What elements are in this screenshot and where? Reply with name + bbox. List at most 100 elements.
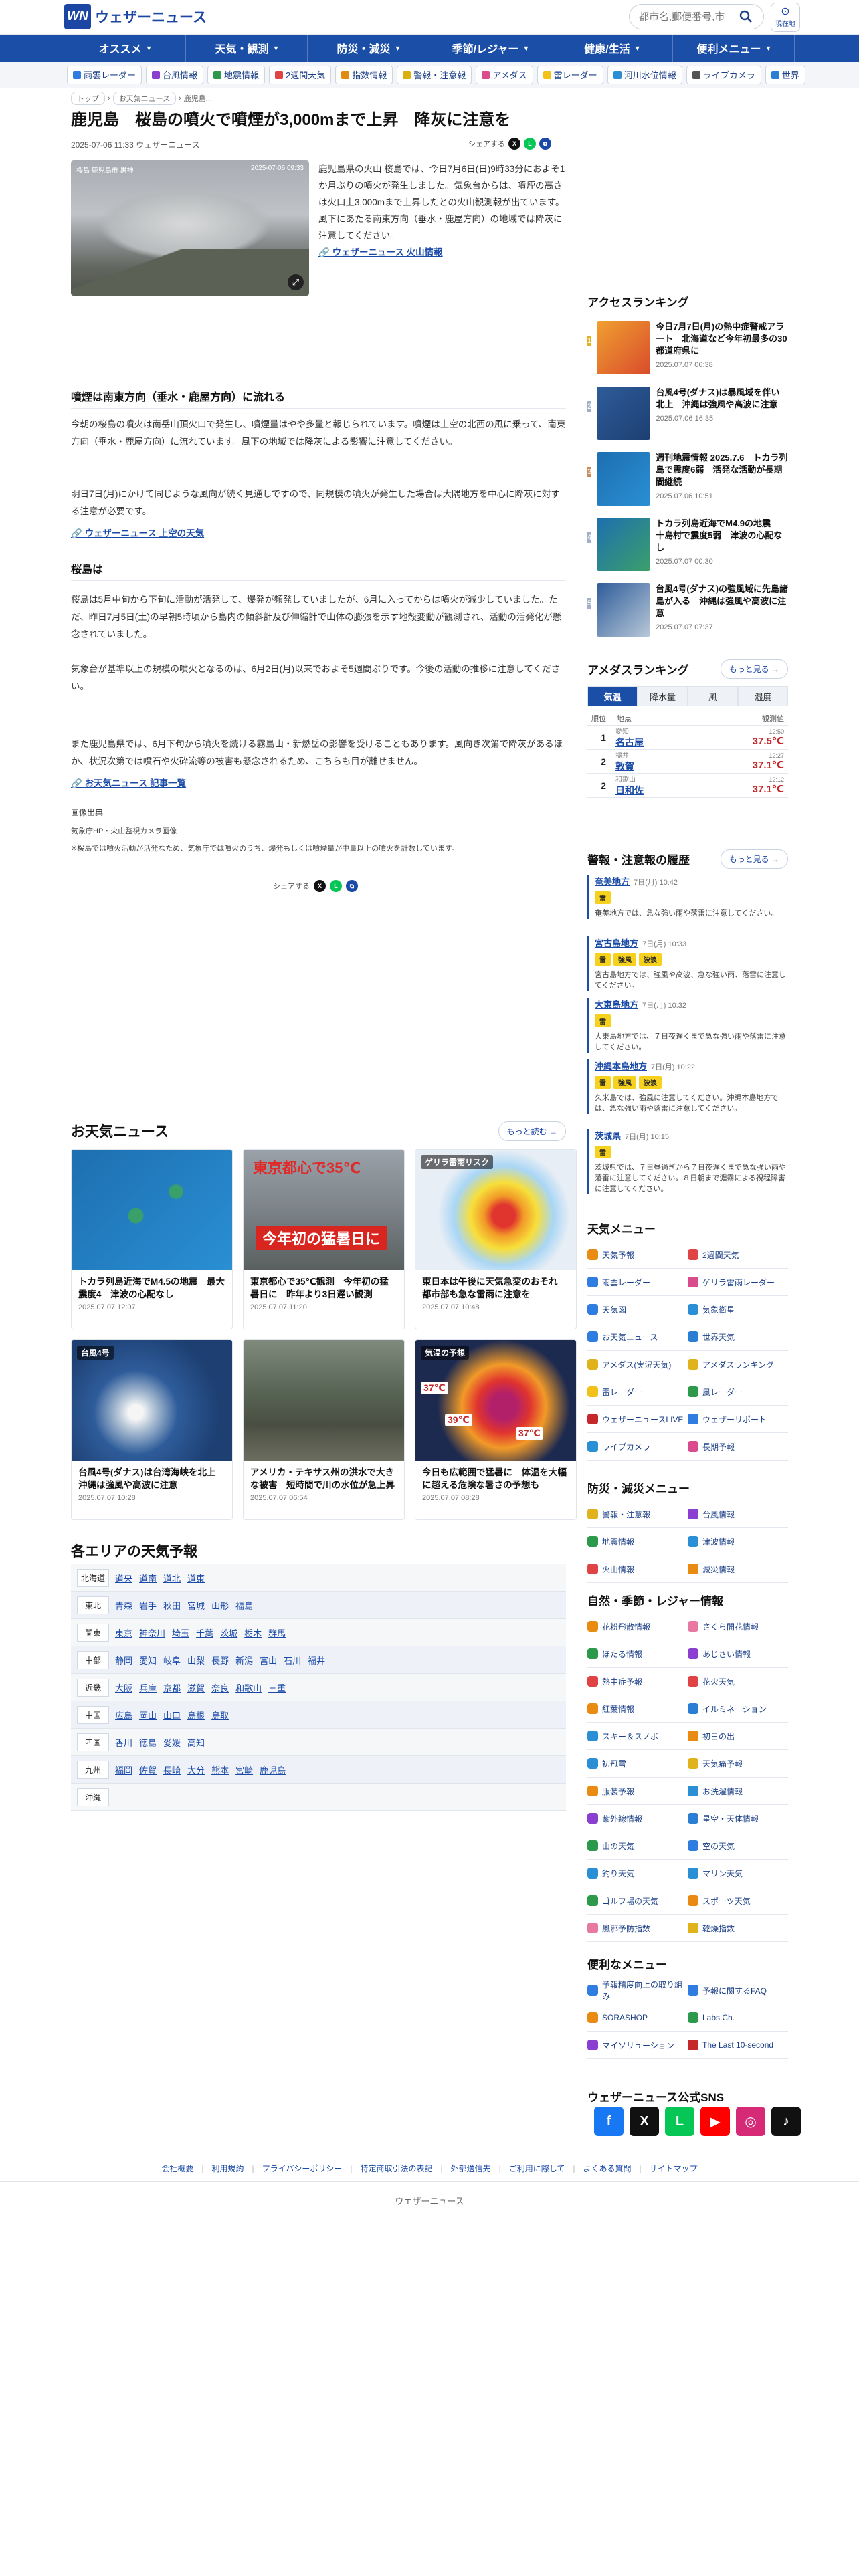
menu-item[interactable]: 花火天気 — [688, 1668, 788, 1695]
area-pref-link[interactable]: 兵庫 — [139, 1681, 157, 1694]
menu-item[interactable]: 長期予報 — [688, 1433, 788, 1461]
footer-link[interactable]: 利用規約 — [211, 2164, 244, 2173]
menu-item[interactable]: 減災情報 — [688, 1555, 788, 1583]
news-card[interactable]: 気温の予想 37℃ 39℃ 37℃ 今日も広範囲で猛暑に 体温を大幅に超える危険な暑さの… — [415, 1339, 577, 1520]
menu-item[interactable]: スキー＆スノボ — [587, 1723, 688, 1750]
menu-item[interactable]: 台風情報 — [688, 1501, 788, 1528]
area-pref-link[interactable]: 静岡 — [115, 1654, 132, 1667]
menu-item[interactable]: SORASHOP — [587, 2004, 688, 2032]
menu-item[interactable]: 熱中症予報 — [587, 1668, 688, 1695]
menu-item[interactable]: 紅葉情報 — [587, 1695, 688, 1723]
news-card[interactable]: 台風4号 台風4号(ダナス)は台湾海峡を北上 沖縄は強風や高波に注意 2025.07… — [71, 1339, 233, 1520]
menu-item[interactable]: 雨雲レーダー — [587, 1269, 688, 1296]
area-pref-link[interactable]: 道東 — [187, 1572, 205, 1584]
menu-item[interactable]: アメダス(実況天気) — [587, 1351, 688, 1378]
amedas-tab-3[interactable]: 湿度 — [738, 686, 788, 706]
zoom-icon[interactable]: ⤢ — [288, 274, 304, 290]
ranking-item[interactable]: 5 台風4号(ダナス)の強風域に先島諸島が入る 沖縄は強風や高波に注意 2025.0… — [587, 583, 788, 637]
area-pref-link[interactable]: 岐阜 — [163, 1654, 181, 1667]
warning-item[interactable]: 茨城県 7日(月) 10:15 雷茨城県では、７日昼過ぎから７日夜遅くまで急な強い雨… — [587, 1129, 788, 1194]
facebook-icon[interactable]: f — [594, 2107, 624, 2136]
area-pref-link[interactable]: 和歌山 — [235, 1681, 262, 1694]
news-list-link[interactable]: お天気ニュース 記事一覧 — [71, 776, 187, 789]
quick-link-8[interactable]: 河川水位情報 — [607, 65, 682, 84]
warning-area-link[interactable]: 茨城県 — [595, 1131, 621, 1141]
menu-item[interactable]: マイソリューション — [587, 2032, 688, 2059]
menu-item[interactable]: 星空・天体情報 — [688, 1805, 788, 1832]
area-pref-link[interactable]: 宮崎 — [235, 1763, 253, 1776]
area-pref-link[interactable]: 島根 — [187, 1709, 205, 1721]
search-icon[interactable] — [739, 10, 753, 23]
menu-item[interactable]: 世界天気 — [688, 1323, 788, 1351]
amedas-row[interactable]: 1 愛知 名古屋 12:50 37.5℃ — [587, 726, 788, 750]
news-card[interactable]: 東京都心で35℃ 今年初の猛暑日に 東京都心で35℃観測 今年初の猛暑日に 昨年より… — [243, 1149, 405, 1329]
area-pref-link[interactable]: 宮城 — [187, 1599, 205, 1612]
area-pref-link[interactable]: 新潟 — [235, 1654, 253, 1667]
menu-item[interactable]: さくら開花情報 — [688, 1613, 788, 1640]
menu-item[interactable]: 気象衛星 — [688, 1296, 788, 1323]
footer-link[interactable]: 外部送信先 — [451, 2164, 491, 2173]
amedas-place-link[interactable]: 日和佐 — [615, 785, 644, 796]
area-pref-link[interactable]: 山形 — [211, 1599, 229, 1612]
tiktok-icon[interactable]: ♪ — [771, 2107, 801, 2136]
amedas-place-link[interactable]: 名古屋 — [615, 737, 644, 748]
instagram-icon[interactable]: ◎ — [736, 2107, 765, 2136]
quick-link-0[interactable]: 雨雲レーダー — [67, 65, 142, 84]
area-pref-link[interactable]: 長崎 — [163, 1763, 181, 1776]
menu-item[interactable]: ウェザーリポート — [688, 1406, 788, 1433]
menu-item[interactable]: 初日の出 — [688, 1723, 788, 1750]
menu-item[interactable]: 山の天気 — [587, 1832, 688, 1860]
area-pref-link[interactable]: 長野 — [211, 1654, 229, 1667]
site-logo[interactable]: WN ウェザーニュース — [64, 4, 207, 29]
area-pref-link[interactable]: 岡山 — [139, 1709, 157, 1721]
area-pref-link[interactable]: 神奈川 — [139, 1626, 165, 1639]
nav-item-0[interactable]: オススメ ▾ — [64, 35, 186, 62]
quick-link-9[interactable]: ライブカメラ — [686, 65, 761, 84]
area-pref-link[interactable]: 道北 — [163, 1572, 181, 1584]
area-pref-link[interactable]: 茨城 — [220, 1626, 237, 1639]
menu-item[interactable]: 予報に関するFAQ — [688, 1977, 788, 2004]
area-pref-link[interactable]: 香川 — [115, 1736, 132, 1749]
area-pref-link[interactable]: 東京 — [115, 1626, 132, 1639]
warning-item[interactable]: 大東島地方 7日(月) 10:32 雷大東島地方では、７日夜遅くまで急な強い雨や落雷… — [587, 998, 788, 1053]
menu-item[interactable]: 地震情報 — [587, 1528, 688, 1555]
area-pref-link[interactable]: 三重 — [268, 1681, 286, 1694]
area-pref-link[interactable]: 鹿児島 — [260, 1763, 286, 1776]
menu-item[interactable]: 風邪予防指数 — [587, 1915, 688, 1942]
menu-item[interactable]: 天気痛予報 — [688, 1750, 788, 1778]
quick-link-7[interactable]: 雷レーダー — [537, 65, 603, 84]
menu-item[interactable]: 2週間天気 — [688, 1241, 788, 1269]
area-pref-link[interactable]: 熊本 — [211, 1763, 229, 1776]
area-pref-link[interactable]: 高知 — [187, 1736, 205, 1749]
footer-link[interactable]: 特定商取引法の表記 — [360, 2164, 432, 2173]
menu-item[interactable]: アメダスランキング — [688, 1351, 788, 1378]
area-pref-link[interactable]: 京都 — [163, 1681, 181, 1694]
amedas-more-button[interactable]: もっと見る → — [720, 659, 788, 679]
x-icon[interactable]: X — [630, 2107, 659, 2136]
menu-item[interactable]: 花粉飛散情報 — [587, 1613, 688, 1640]
menu-item[interactable]: 予報精度向上の取り組み — [587, 1977, 688, 2004]
amedas-tab-1[interactable]: 降水量 — [638, 686, 688, 706]
menu-item[interactable]: マリン天気 — [688, 1860, 788, 1887]
area-pref-link[interactable]: 大阪 — [115, 1681, 132, 1694]
area-pref-link[interactable]: 岩手 — [139, 1599, 157, 1612]
area-pref-link[interactable]: 愛媛 — [163, 1736, 181, 1749]
menu-item[interactable]: 火山情報 — [587, 1555, 688, 1583]
menu-item[interactable]: The Last 10-second — [688, 2032, 788, 2059]
area-pref-link[interactable]: 山口 — [163, 1709, 181, 1721]
quick-link-1[interactable]: 台風情報 — [146, 65, 204, 84]
youtube-icon[interactable]: ▶ — [700, 2107, 730, 2136]
nav-item-1[interactable]: 天気・観測 ▾ — [186, 35, 308, 62]
area-pref-link[interactable]: 愛知 — [139, 1654, 157, 1667]
ranking-item[interactable]: 2 台風4号(ダナス)は暴風域を伴い北上 沖縄は強風や高波に注意 2025.07.0… — [587, 387, 788, 440]
footer-link[interactable]: よくある質問 — [583, 2164, 632, 2173]
menu-item[interactable]: 天気予報 — [587, 1241, 688, 1269]
x-share-icon[interactable]: X — [508, 138, 520, 150]
area-pref-link[interactable]: 道南 — [139, 1572, 157, 1584]
area-pref-link[interactable]: 栃木 — [244, 1626, 262, 1639]
menu-item[interactable]: 雷レーダー — [587, 1378, 688, 1406]
menu-item[interactable]: 津波情報 — [688, 1528, 788, 1555]
nav-item-2[interactable]: 防災・減災 ▾ — [308, 35, 430, 62]
line-share-icon[interactable]: L — [524, 138, 536, 150]
upper-air-link[interactable]: ウェザーニュース 上空の天気 — [71, 526, 205, 539]
